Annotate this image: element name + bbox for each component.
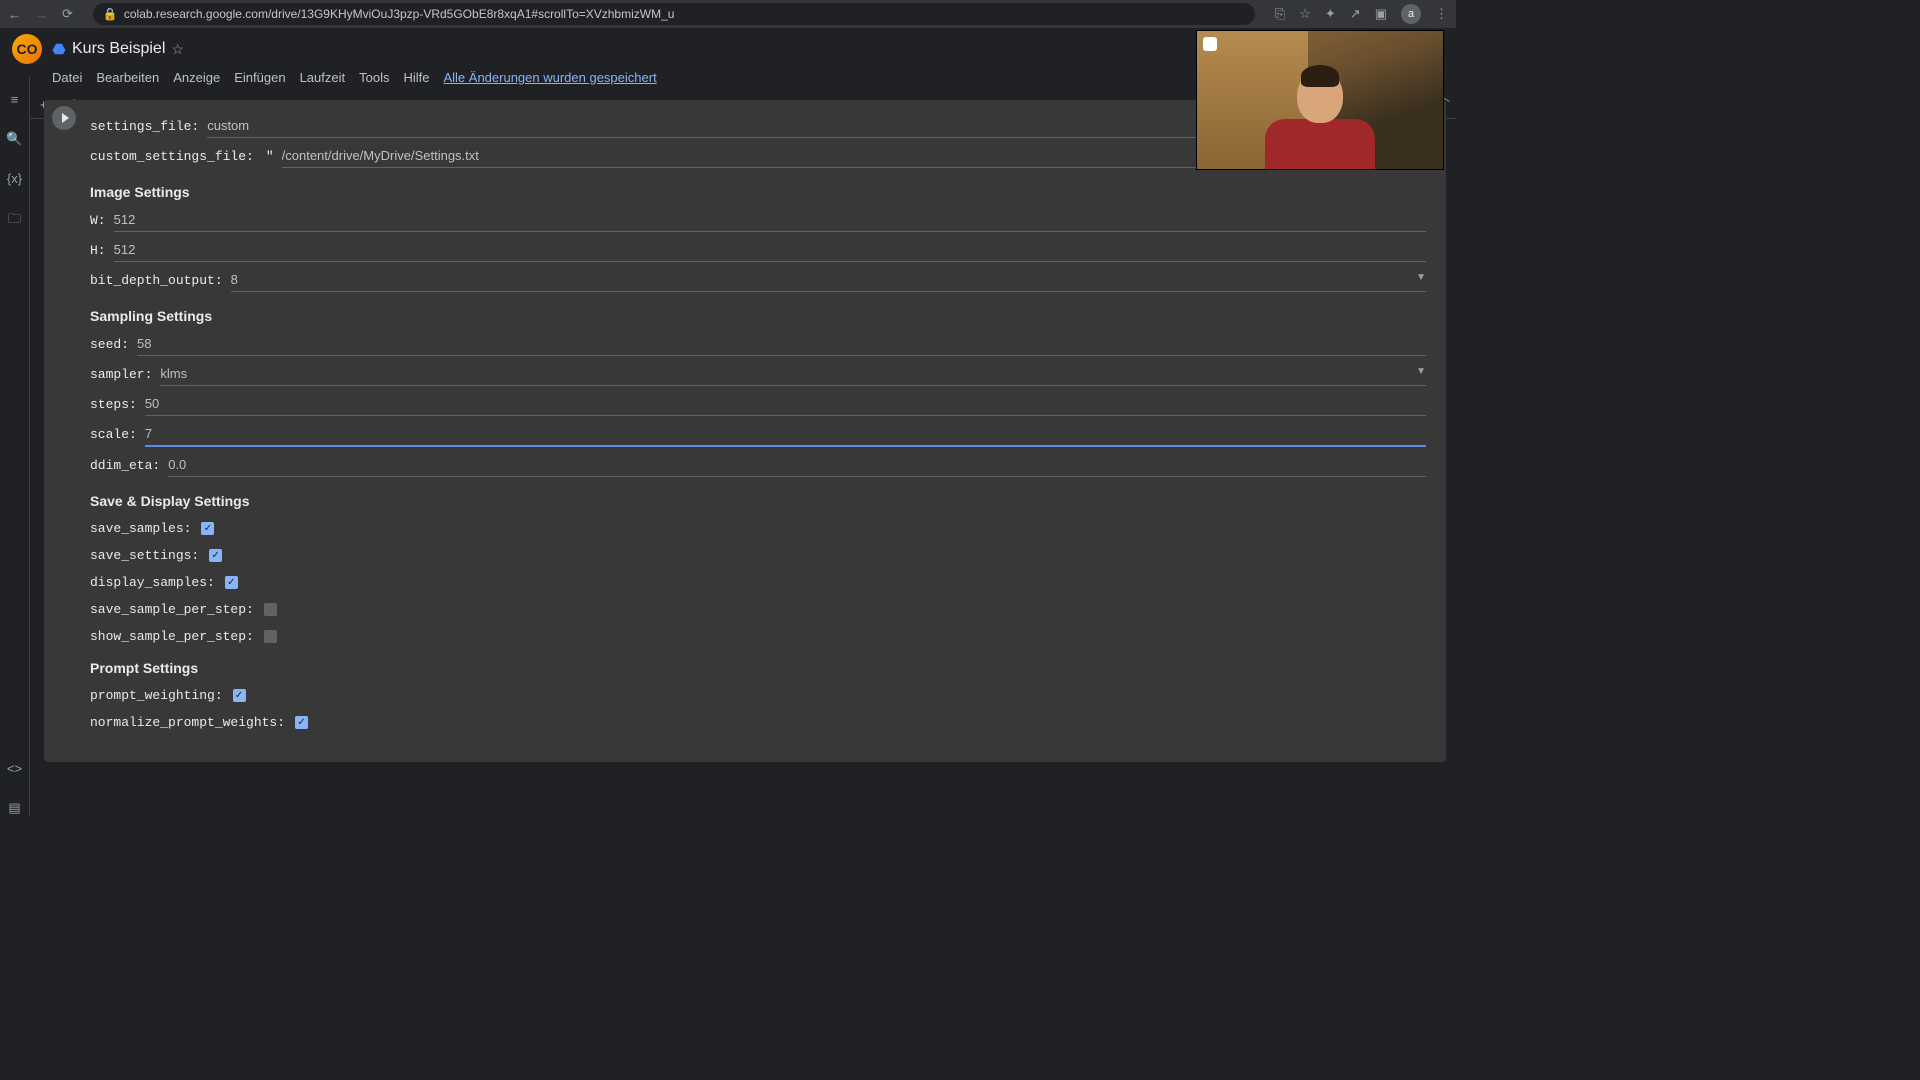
save-settings-checkbox[interactable] — [209, 549, 222, 562]
variables-icon[interactable]: {x} — [7, 171, 22, 186]
display-samples-label: display_samples: — [90, 575, 215, 590]
scale-label: scale: — [90, 427, 137, 442]
height-label: H: — [90, 243, 106, 258]
seed-label: seed: — [90, 337, 129, 352]
save-sample-per-step-label: save_sample_per_step: — [90, 602, 254, 617]
left-sidebar: ≡ 🔍 {x} 🗀 <> ▤ — [0, 76, 30, 816]
show-sample-per-step-label: show_sample_per_step: — [90, 629, 254, 644]
menu-anzeige[interactable]: Anzeige — [173, 70, 220, 85]
form-cell: settings_file: ▼ custom_settings_file: "… — [44, 100, 1446, 762]
width-input[interactable] — [114, 208, 1426, 232]
prompt-settings-heading: Prompt Settings — [90, 660, 1426, 676]
sampler-label: sampler: — [90, 367, 152, 382]
display-samples-checkbox[interactable] — [225, 576, 238, 589]
menu-laufzeit[interactable]: Laufzeit — [300, 70, 346, 85]
url-text: colab.research.google.com/drive/13G9KHyM… — [124, 7, 675, 21]
ddim-eta-label: ddim_eta: — [90, 458, 160, 473]
prompt-weighting-label: prompt_weighting: — [90, 688, 223, 703]
run-cell-button[interactable] — [52, 106, 76, 130]
save-settings-label: save_settings: — [90, 548, 199, 563]
files-icon[interactable]: 🗀 — [8, 210, 21, 232]
seed-input[interactable] — [137, 332, 1426, 356]
webcam-overlay — [1196, 30, 1444, 170]
menu-tools[interactable]: Tools — [359, 70, 389, 85]
ddim-eta-input[interactable] — [168, 453, 1426, 477]
custom-settings-file-label: custom_settings_file: — [90, 149, 254, 164]
document-title[interactable]: Kurs Beispiel — [72, 40, 165, 58]
bit-depth-label: bit_depth_output: — [90, 273, 223, 288]
menu-hilfe[interactable]: Hilfe — [403, 70, 429, 85]
prompt-weighting-checkbox[interactable] — [233, 689, 246, 702]
save-samples-checkbox[interactable] — [201, 522, 214, 535]
panel-icon[interactable]: ▣ — [1375, 6, 1387, 22]
scale-input[interactable] — [145, 422, 1426, 447]
sampler-select[interactable] — [160, 362, 1426, 386]
toc-icon[interactable]: ≡ — [11, 92, 19, 107]
width-label: W: — [90, 213, 106, 228]
menu-einfuegen[interactable]: Einfügen — [234, 70, 285, 85]
overlay-badge-icon — [1203, 37, 1217, 51]
chevron-down-icon[interactable]: ▼ — [1416, 272, 1426, 283]
drive-icon — [52, 42, 66, 56]
steps-label: steps: — [90, 397, 137, 412]
translate-icon[interactable]: ⎘ — [1275, 6, 1285, 22]
settings-file-label: settings_file: — [90, 119, 199, 134]
quote-prefix: " — [266, 149, 274, 164]
bit-depth-select[interactable] — [231, 268, 1426, 292]
forward-icon[interactable]: → — [35, 7, 48, 22]
save-status[interactable]: Alle Änderungen wurden gespeichert — [443, 70, 656, 85]
steps-input[interactable] — [145, 392, 1426, 416]
show-sample-per-step-checkbox[interactable] — [264, 630, 277, 643]
image-settings-heading: Image Settings — [90, 184, 1426, 200]
chevron-down-icon[interactable]: ▼ — [1416, 366, 1426, 377]
colab-logo-icon[interactable]: CO — [12, 34, 42, 64]
notebook-main: settings_file: ▼ custom_settings_file: "… — [30, 100, 1456, 816]
save-samples-label: save_samples: — [90, 521, 191, 536]
menu-datei[interactable]: Datei — [52, 70, 82, 85]
link-icon[interactable]: ↗ — [1350, 6, 1361, 22]
menu-dots-icon[interactable]: ⋮ — [1435, 6, 1448, 22]
terminal-icon[interactable]: ▤ — [8, 800, 20, 816]
height-input[interactable] — [114, 238, 1426, 262]
sampling-settings-heading: Sampling Settings — [90, 308, 1426, 324]
profile-avatar[interactable]: a — [1401, 4, 1421, 24]
lock-icon: 🔒 — [103, 7, 118, 21]
browser-chrome: ← → ⟳ 🔒 colab.research.google.com/drive/… — [0, 0, 1456, 28]
favorite-star-icon[interactable]: ☆ — [171, 41, 184, 58]
search-icon[interactable]: 🔍 — [6, 131, 22, 147]
address-bar[interactable]: 🔒 colab.research.google.com/drive/13G9KH… — [93, 3, 1255, 25]
extensions-icon[interactable]: ✦ — [1325, 6, 1336, 22]
star-icon[interactable]: ☆ — [1299, 6, 1311, 22]
menu-bearbeiten[interactable]: Bearbeiten — [96, 70, 159, 85]
normalize-prompt-weights-checkbox[interactable] — [295, 716, 308, 729]
save-sample-per-step-checkbox[interactable] — [264, 603, 277, 616]
reload-icon[interactable]: ⟳ — [62, 6, 73, 22]
normalize-prompt-weights-label: normalize_prompt_weights: — [90, 715, 285, 730]
back-icon[interactable]: ← — [8, 7, 21, 22]
save-display-heading: Save & Display Settings — [90, 493, 1426, 509]
code-snippets-icon[interactable]: <> — [7, 761, 22, 776]
